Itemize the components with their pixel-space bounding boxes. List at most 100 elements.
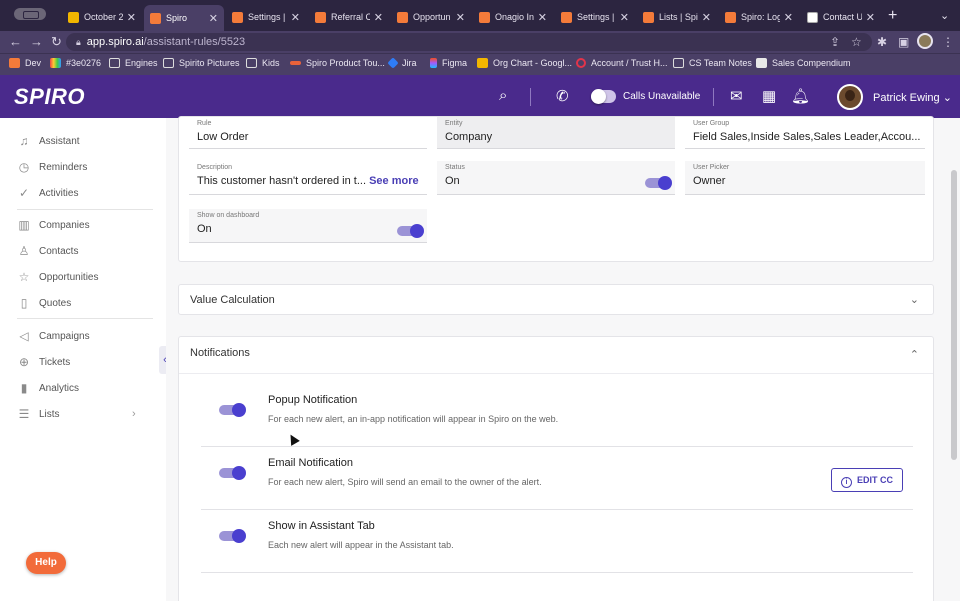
sidebar-item-assistant[interactable]: ♫ Assistant <box>17 132 147 150</box>
tab-title: Spiro: Log <box>741 12 780 22</box>
show-on-dashboard-toggle[interactable] <box>397 224 424 238</box>
status-toggle[interactable] <box>645 176 672 190</box>
bookmark-item[interactable]: Engines <box>109 58 158 68</box>
divider <box>530 88 531 106</box>
calendar-icon[interactable]: ▦ <box>762 87 776 105</box>
tab-title: Spiro <box>166 13 188 23</box>
bookmark-item[interactable]: Figma <box>430 58 467 68</box>
browser-tab[interactable]: Spiro: Log ✕ <box>719 6 799 28</box>
extensions-icon[interactable]: ✱ <box>877 35 887 49</box>
sidebar-item-reminders[interactable]: ◷ Reminders <box>17 158 147 176</box>
sidebar-item-quotes[interactable]: ▯ Quotes <box>17 294 147 312</box>
browser-profile-avatar[interactable] <box>917 33 933 49</box>
bookmark-item[interactable]: Sales Compendium <box>756 58 851 68</box>
browser-tab[interactable]: Settings | ✕ <box>226 6 306 28</box>
bookmark-item[interactable]: CS Team Notes <box>673 58 752 68</box>
description-field[interactable]: Description This customer hasn't ordered… <box>189 161 427 195</box>
scrollbar[interactable] <box>951 170 957 460</box>
browser-tab[interactable]: Lists | Spi ✕ <box>637 6 717 28</box>
browser-menu-icon[interactable]: ⋮ <box>942 35 954 49</box>
reload-icon[interactable]: ↻ <box>51 34 62 50</box>
folder-icon <box>163 58 174 68</box>
close-icon[interactable]: ✕ <box>127 11 136 24</box>
close-icon[interactable]: ✕ <box>866 11 875 24</box>
field-label: User Group <box>693 120 730 127</box>
section-title: Notifications <box>190 347 250 359</box>
close-icon[interactable]: ✕ <box>456 11 465 24</box>
close-icon[interactable]: ✕ <box>374 11 383 24</box>
field-value: Field Sales,Inside Sales,Sales Leader,Ac… <box>693 131 921 143</box>
email-notification-toggle[interactable] <box>219 466 246 480</box>
spiro-logo[interactable]: SPIRO <box>14 84 85 110</box>
chevron-right-icon[interactable]: › <box>132 408 136 420</box>
search-icon[interactable]: ⌕ <box>499 87 507 104</box>
notifications-bell-icon[interactable]: 🔔︎ <box>791 87 810 105</box>
forward-icon[interactable]: → <box>30 34 43 49</box>
sidebar-divider <box>17 318 153 319</box>
window-controls-icon[interactable] <box>14 8 46 20</box>
bookmark-item[interactable]: Spiro Product Tou... <box>290 58 385 68</box>
bookmark-item[interactable]: Account / Trust H... <box>576 58 668 68</box>
notifications-section: Notifications ⌃ Popup Notification For e… <box>178 336 934 601</box>
close-icon[interactable]: ✕ <box>209 12 218 25</box>
user-menu[interactable]: Patrick Ewing ⌄ <box>873 91 952 104</box>
sidebar-item-contacts[interactable]: ♙ Contacts <box>17 242 147 260</box>
bookmark-item[interactable]: #3e0276 <box>50 58 101 68</box>
sidebar-item-companies[interactable]: ▥ Companies <box>17 216 147 234</box>
rule-field[interactable]: Rule Low Order <box>189 117 427 149</box>
rule-details-card: Rule Low Order Entity Company User Group… <box>178 116 934 262</box>
phone-icon[interactable]: ✆ <box>556 87 569 105</box>
field-label: Entity <box>445 120 463 127</box>
help-button[interactable]: Help <box>26 552 66 574</box>
browser-tab[interactable]: Opportun ✕ <box>391 6 471 28</box>
sidebar-item-label: Companies <box>39 219 90 231</box>
sidebar-item-campaigns[interactable]: ◁ Campaigns <box>17 327 147 345</box>
value-calculation-section[interactable]: Value Calculation ⌄ <box>178 284 934 315</box>
calls-availability-toggle[interactable] <box>591 89 616 104</box>
sidebar-item-opportunities[interactable]: ☆ Opportunities <box>17 268 147 286</box>
bookmark-label: #3e0276 <box>66 58 102 68</box>
back-icon[interactable]: ← <box>9 34 22 49</box>
bookmark-item[interactable]: Org Chart - Googl... <box>477 58 572 68</box>
sidebar-item-lists[interactable]: ☰ Lists <box>17 405 147 423</box>
sidebar-item-analytics[interactable]: ▮ Analytics <box>17 379 147 397</box>
browser-tab[interactable]: October 2 ✕ <box>62 6 142 28</box>
spiro-swoosh-icon <box>290 61 301 65</box>
tab-search-icon[interactable]: ⌄ <box>940 9 949 22</box>
chevron-down-icon[interactable]: ⌄ <box>910 293 919 306</box>
new-tab-icon[interactable]: + <box>888 7 897 25</box>
sidepanel-icon[interactable]: ▣ <box>898 35 909 49</box>
user-group-field[interactable]: User Group Field Sales,Inside Sales,Sale… <box>685 117 925 149</box>
close-icon[interactable]: ✕ <box>620 11 629 24</box>
close-icon[interactable]: ✕ <box>702 11 711 24</box>
bookmark-item[interactable]: Jira <box>387 57 417 69</box>
browser-tab[interactable]: Contact U ✕ <box>801 6 881 28</box>
assistant-tab-toggle[interactable] <box>219 529 246 543</box>
edit-cc-button[interactable]: i EDIT CC <box>831 468 903 492</box>
folder-icon <box>246 58 257 68</box>
sidebar-item-activities[interactable]: ✓ Activities <box>17 184 147 202</box>
tab-title: October 2 <box>84 12 123 22</box>
popup-notification-toggle[interactable] <box>219 403 246 417</box>
browser-tab[interactable]: Settings | ✕ <box>555 6 635 28</box>
close-icon[interactable]: ✕ <box>538 11 547 24</box>
close-icon[interactable]: ✕ <box>784 11 793 24</box>
bookmark-item[interactable]: Dev <box>9 58 41 68</box>
bookmark-item[interactable]: Spirito Pictures <box>163 58 240 68</box>
url-input[interactable]: 🔒︎ app.spiro.ai/assistant-rules/5523 <box>66 33 872 51</box>
bookmark-star-icon[interactable]: ☆ <box>851 35 862 49</box>
sidebar-item-tickets[interactable]: ⊕ Tickets <box>17 353 147 371</box>
see-more-link[interactable]: See more <box>369 175 419 187</box>
browser-tab-active[interactable]: Spiro ✕ <box>144 5 224 31</box>
notification-title: Popup Notification <box>268 394 358 406</box>
browser-tab[interactable]: Onagio In ✕ <box>473 6 553 28</box>
chevron-up-icon[interactable]: ⌃ <box>910 348 919 361</box>
user-picker-field[interactable]: User Picker Owner <box>685 161 925 195</box>
browser-tab[interactable]: Referral C ✕ <box>309 6 389 28</box>
close-icon[interactable]: ✕ <box>291 11 300 24</box>
share-icon[interactable]: ⇪ <box>830 35 840 49</box>
mail-icon[interactable]: ✉ <box>730 87 743 105</box>
sidebar: ♫ Assistant ◷ Reminders ✓ Activities ▥ Compa… <box>0 118 166 601</box>
bookmark-item[interactable]: Kids <box>246 58 280 68</box>
avatar[interactable] <box>837 84 863 110</box>
